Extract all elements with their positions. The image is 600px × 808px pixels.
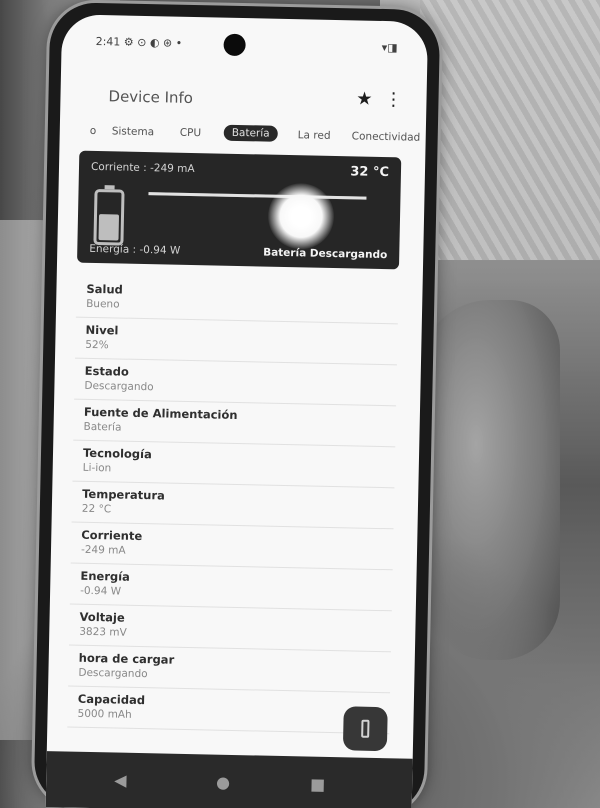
system-nav-bar: ◀ ● ■ <box>45 751 413 808</box>
status-time: 2:41 ⚙ ⊙ ◐ ⊛ • <box>95 34 183 50</box>
battery-icon <box>93 188 125 246</box>
back-icon[interactable]: ◀ <box>114 771 127 790</box>
battery-details-list: Salud Bueno Nivel 52% Estado Descargando… <box>67 276 399 735</box>
battery-level-fill <box>98 214 120 241</box>
app-title: Device Info <box>108 87 194 108</box>
list-item: Capacidad 5000 mAh <box>67 686 391 735</box>
list-item: Salud Bueno <box>75 276 399 325</box>
list-item: Nivel 52% <box>75 317 398 366</box>
level-bar-fill <box>148 192 367 200</box>
tab-conectividad[interactable]: Conectividad <box>352 130 421 143</box>
tab-bateria[interactable]: Batería <box>223 124 278 142</box>
home-icon[interactable]: ● <box>216 773 230 792</box>
list-item: Voltaje 3823 mV <box>68 604 392 653</box>
list-item: Corriente -249 mA <box>70 522 394 571</box>
tab-sistema[interactable]: Sistema <box>112 125 155 138</box>
list-item: Tecnología Li-ion <box>72 440 396 489</box>
tab-partial[interactable]: o <box>90 125 97 137</box>
battery-widget-button[interactable] <box>342 706 388 752</box>
card-current: Corriente : -249 mA <box>90 160 195 176</box>
list-item: Estado Descargando <box>74 358 397 407</box>
phone-screen: 2:41 ⚙ ⊙ ◐ ⊛ • ▾◨ Device Info ★ ⋮ o Sist… <box>45 14 429 808</box>
tab-la-red[interactable]: La red <box>298 129 331 142</box>
level-bar <box>148 192 367 200</box>
list-item: Temperatura 22 °C <box>71 481 395 530</box>
card-status: Batería Descargando <box>263 246 388 262</box>
phone: 2:41 ⚙ ⊙ ◐ ⊛ • ▾◨ Device Info ★ ⋮ o Sist… <box>33 2 441 808</box>
star-icon[interactable]: ★ <box>356 88 373 109</box>
card-energy: Energía : -0.94 W <box>89 242 181 257</box>
app-bar: Device Info ★ ⋮ <box>60 72 427 126</box>
tab-cpu[interactable]: CPU <box>180 127 202 139</box>
status-icons: ▾◨ <box>381 40 398 55</box>
battery-outline-icon <box>361 719 370 738</box>
list-item: Energía -0.94 W <box>69 563 393 612</box>
status-bar: 2:41 ⚙ ⊙ ◐ ⊛ • ▾◨ <box>95 33 398 59</box>
battery-summary-card: Corriente : -249 mA 32 °C Energía : -0.9… <box>77 150 402 270</box>
list-item: hora de cargar Descargando <box>68 645 391 694</box>
recents-icon[interactable]: ■ <box>310 775 326 794</box>
background-fabric <box>420 0 600 260</box>
list-item: Fuente de Alimentación Batería <box>73 399 397 448</box>
more-menu-icon[interactable]: ⋮ <box>384 89 402 110</box>
card-temperature: 32 °C <box>350 164 390 181</box>
